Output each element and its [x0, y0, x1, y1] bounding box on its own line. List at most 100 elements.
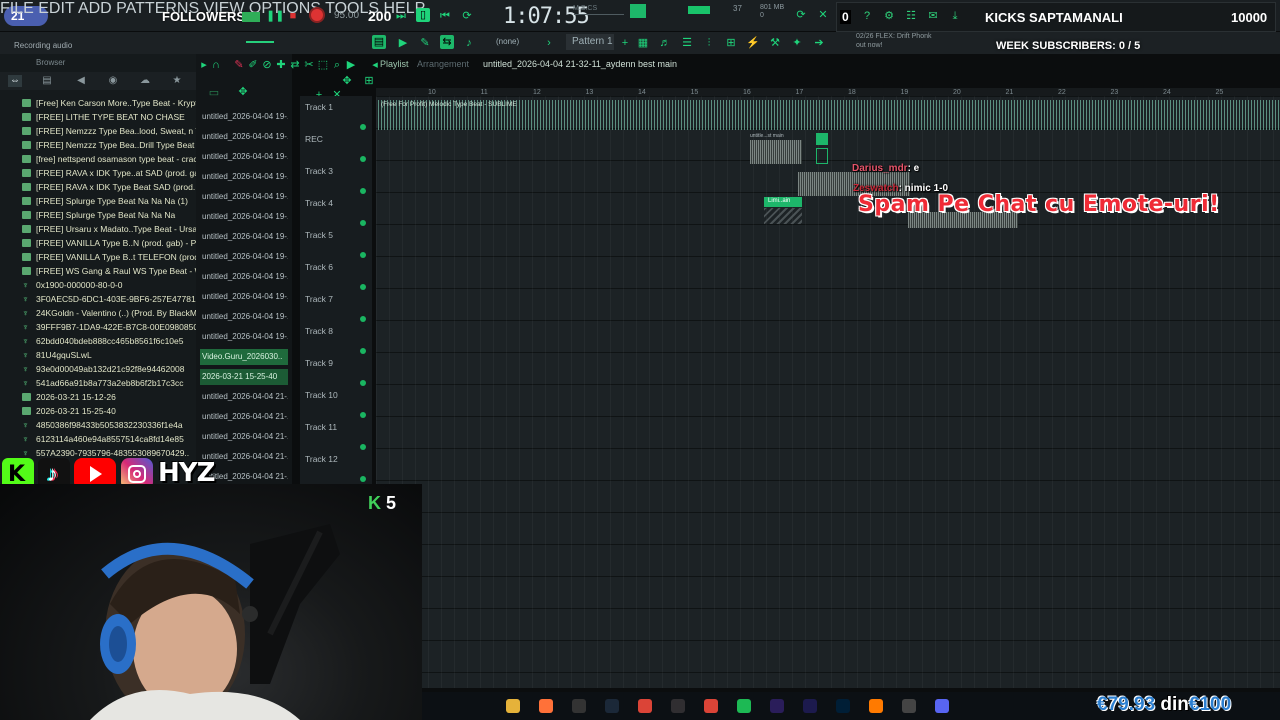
- browser-item[interactable]: ♆ 62bdd040bdeb888cc465b8561f6c10e5: [22, 334, 196, 348]
- clip-list-item[interactable]: untitled_2026-04-04 19-..: [200, 209, 288, 225]
- clip-list-item[interactable]: untitled_2026-04-04 21-..: [200, 429, 288, 445]
- countdown-icon[interactable]: ⏮: [438, 9, 452, 23]
- track-name[interactable]: Track 7: [305, 294, 333, 304]
- track-name[interactable]: Track 9: [305, 358, 333, 368]
- track-mute-toggle[interactable]: [360, 220, 366, 226]
- browser-item[interactable]: [FREE] LITHE TYPE BEAT NO CHASE: [22, 110, 196, 124]
- discord-icon[interactable]: [935, 699, 949, 713]
- browser-item[interactable]: [FREE] VANILLA Type B..t TELEFON (prod. …: [22, 250, 196, 264]
- record-button[interactable]: [309, 7, 325, 23]
- track-mute-toggle[interactable]: [360, 316, 366, 322]
- browser-speaker-icon[interactable]: ◀: [74, 75, 88, 87]
- track-mute-toggle[interactable]: [360, 124, 366, 130]
- zoom-tool-icon[interactable]: ⌕: [330, 58, 344, 72]
- premiere-icon[interactable]: [803, 699, 817, 713]
- draw-tool-icon[interactable]: ✎: [418, 36, 432, 50]
- browser-globe-icon[interactable]: ◉: [106, 75, 120, 87]
- clip-sort-icon[interactable]: ✥: [236, 85, 250, 99]
- track-mute-toggle[interactable]: [360, 348, 366, 354]
- obs-icon[interactable]: [671, 699, 685, 713]
- marker-outline[interactable]: [816, 148, 828, 164]
- metronome-icon[interactable]: ⏭: [394, 9, 408, 23]
- tempo-display[interactable]: 95.00: [334, 10, 359, 21]
- track-name[interactable]: Track 8: [305, 326, 333, 336]
- close-icon[interactable]: ✕: [816, 8, 830, 22]
- wait-input-icon[interactable]: ▯: [416, 8, 430, 22]
- clip-list-item[interactable]: untitled_2026-04-04 19-..: [200, 309, 288, 325]
- pattern-selector[interactable]: Pattern 1: [566, 34, 614, 50]
- epic-games-icon[interactable]: [572, 699, 586, 713]
- typing-keyboard-icon[interactable]: ♪: [462, 36, 476, 50]
- snap-icon[interactable]: ⊞: [362, 74, 376, 88]
- delete-tool-icon[interactable]: ⊘: [260, 58, 274, 72]
- browser-item[interactable]: ♆ 4850386f98433b5053832230336f1e4a: [22, 418, 196, 432]
- browser-item[interactable]: 2026-03-21 15-12-26: [22, 390, 196, 404]
- browser-item[interactable]: ♆ 541ad66a91b8a773a2eb8b6f2b17c3cc: [22, 376, 196, 390]
- track-name[interactable]: Track 10: [305, 390, 338, 400]
- track-name[interactable]: REC: [305, 134, 323, 144]
- slip-tool-icon[interactable]: ⇄: [288, 58, 302, 72]
- browser-item[interactable]: [FREE] RAVA x IDK Type Beat SAD (prod. g…: [22, 180, 196, 194]
- browser-item[interactable]: 2026-03-21 15-25-40: [22, 404, 196, 418]
- browser-item[interactable]: [FREE] WS Gang & Raul WS Type Beat - WS: [22, 264, 196, 278]
- stop-icon[interactable]: ■: [286, 9, 300, 23]
- after-effects-icon[interactable]: [770, 699, 784, 713]
- slice-tool-icon[interactable]: ✂: [302, 58, 316, 72]
- browser-item[interactable]: ♆ 93e0d00049ab132d21c92f8e94462008: [22, 362, 196, 376]
- browser-star-icon[interactable]: ★: [170, 75, 184, 87]
- browser-item[interactable]: ♆ 3F0AEC5D-6DC1-403E-9BF6-257E47781E86: [22, 292, 196, 306]
- browser-item[interactable]: [FREE] Nemzzz Type Bea..lood, Sweat, n T…: [22, 124, 196, 138]
- help-icon[interactable]: ?: [860, 9, 874, 23]
- record-level-slider[interactable]: [246, 41, 274, 43]
- chrome-icon[interactable]: [638, 699, 652, 713]
- browser-all-tab[interactable]: ⇔: [8, 75, 22, 87]
- move-icon[interactable]: ✥: [340, 74, 354, 88]
- clip-list-item[interactable]: untitled_2026-04-04 19-..: [200, 289, 288, 305]
- browser-item[interactable]: ♆ 0x1900-000000-80-0-0: [22, 278, 196, 292]
- browser-item[interactable]: ♆ 39FFF9B7-1DA9-422E-B7C8-00E098085088: [22, 320, 196, 334]
- loop-record-icon[interactable]: ⟳: [460, 9, 474, 23]
- pencil-icon[interactable]: ✎: [232, 58, 246, 72]
- track-name[interactable]: Track 12: [305, 454, 338, 464]
- browser-item[interactable]: ♆ 24KGoldn - Valentino (..) (Prod. By Bla…: [22, 306, 196, 320]
- steam-icon[interactable]: [605, 699, 619, 713]
- track-mute-toggle[interactable]: [360, 284, 366, 290]
- track-name[interactable]: Track 1: [305, 102, 333, 112]
- browser-item[interactable]: [FREE] Splurge Type Beat Na Na Na (1): [22, 194, 196, 208]
- playlist-icon[interactable]: ▦: [636, 36, 650, 50]
- plugin-icon[interactable]: ⚡: [746, 36, 760, 50]
- app-icon[interactable]: [902, 699, 916, 713]
- automation-clip-body[interactable]: [764, 208, 802, 224]
- browser-item[interactable]: [FREE] VANILLA Type B..N (prod. gab) - P…: [22, 236, 196, 250]
- brush-icon[interactable]: ✐: [246, 58, 260, 72]
- track-mute-toggle[interactable]: [360, 188, 366, 194]
- next-icon[interactable]: ›: [542, 36, 556, 50]
- clip-list-item[interactable]: Video.Guru_2026030..: [200, 349, 288, 365]
- refresh-icon[interactable]: ⟳: [794, 8, 808, 22]
- track-mute-toggle[interactable]: [360, 156, 366, 162]
- browser-item[interactable]: [FREE] Ursaru x Madato..Type Beat - Ursa…: [22, 222, 196, 236]
- track-name[interactable]: Track 11: [305, 422, 337, 432]
- patcher-icon[interactable]: ⚙: [882, 9, 896, 23]
- select-tool-icon[interactable]: ⬚: [316, 58, 330, 72]
- photoshop-icon[interactable]: [836, 699, 850, 713]
- file-explorer-icon[interactable]: [506, 699, 520, 713]
- play-icon[interactable]: ▶: [396, 36, 410, 50]
- wand-icon[interactable]: ✦: [790, 36, 804, 50]
- spotify-icon[interactable]: [737, 699, 751, 713]
- browser-item[interactable]: [FREE] Nemzzz Type Bea..Drill Type Beat …: [22, 138, 196, 152]
- clip-list-item[interactable]: untitled_2026-04-04 19-..: [200, 269, 288, 285]
- browser-item[interactable]: [FREE] Splurge Type Beat Na Na Na: [22, 208, 196, 222]
- browser-view-icon[interactable]: ⊞: [724, 36, 738, 50]
- download-icon[interactable]: ⤓: [948, 9, 962, 23]
- chrome-icon[interactable]: [704, 699, 718, 713]
- master-volume-slider[interactable]: [574, 14, 624, 15]
- clip-list-item[interactable]: untitled_2026-04-04 21-..: [200, 389, 288, 405]
- clip-list-item[interactable]: untitled_2026-04-04 19-..: [200, 229, 288, 245]
- clip-list-item[interactable]: untitled_2026-04-04 19-..: [200, 329, 288, 345]
- snap-selector[interactable]: (none): [496, 37, 519, 46]
- playlist-view-icon[interactable]: ▤: [372, 35, 386, 49]
- track-name[interactable]: Track 3: [305, 166, 333, 176]
- track-mute-toggle[interactable]: [360, 444, 366, 450]
- pause-icon[interactable]: ❚❚: [266, 9, 284, 23]
